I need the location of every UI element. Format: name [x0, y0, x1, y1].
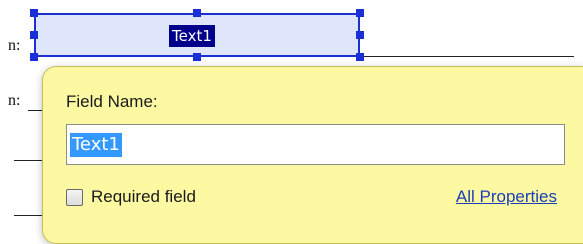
required-field-row[interactable]: Required field [66, 185, 196, 209]
resize-handle-bottom-left[interactable] [30, 53, 38, 61]
field-name-input[interactable] [66, 124, 565, 165]
resize-handle-middle-left[interactable] [30, 31, 38, 39]
form-underline-4 [14, 215, 42, 216]
form-underline-1 [360, 56, 574, 57]
form-row-label-2: n: [8, 92, 21, 109]
field-properties-popup: Field Name: Text1 Required field All Pro… [42, 66, 583, 244]
form-row-label-1: n: [8, 37, 21, 54]
resize-handle-top-left[interactable] [30, 9, 38, 17]
resize-handle-middle-right[interactable] [356, 31, 364, 39]
form-underline-2 [28, 110, 42, 111]
resize-handle-top-center[interactable] [193, 9, 201, 17]
all-properties-link[interactable]: All Properties [456, 187, 557, 207]
resize-handle-bottom-right[interactable] [356, 53, 364, 61]
resize-handle-top-right[interactable] [356, 9, 364, 17]
required-field-label: Required field [91, 187, 196, 206]
field-name-label: Field Name: [66, 92, 158, 111]
form-underline-3 [14, 160, 42, 161]
field-name-input-selection: Text1 [70, 133, 122, 157]
required-field-checkbox[interactable] [66, 188, 83, 206]
field-name-chip: Text1 [169, 25, 215, 47]
resize-handle-bottom-center[interactable] [193, 53, 201, 61]
